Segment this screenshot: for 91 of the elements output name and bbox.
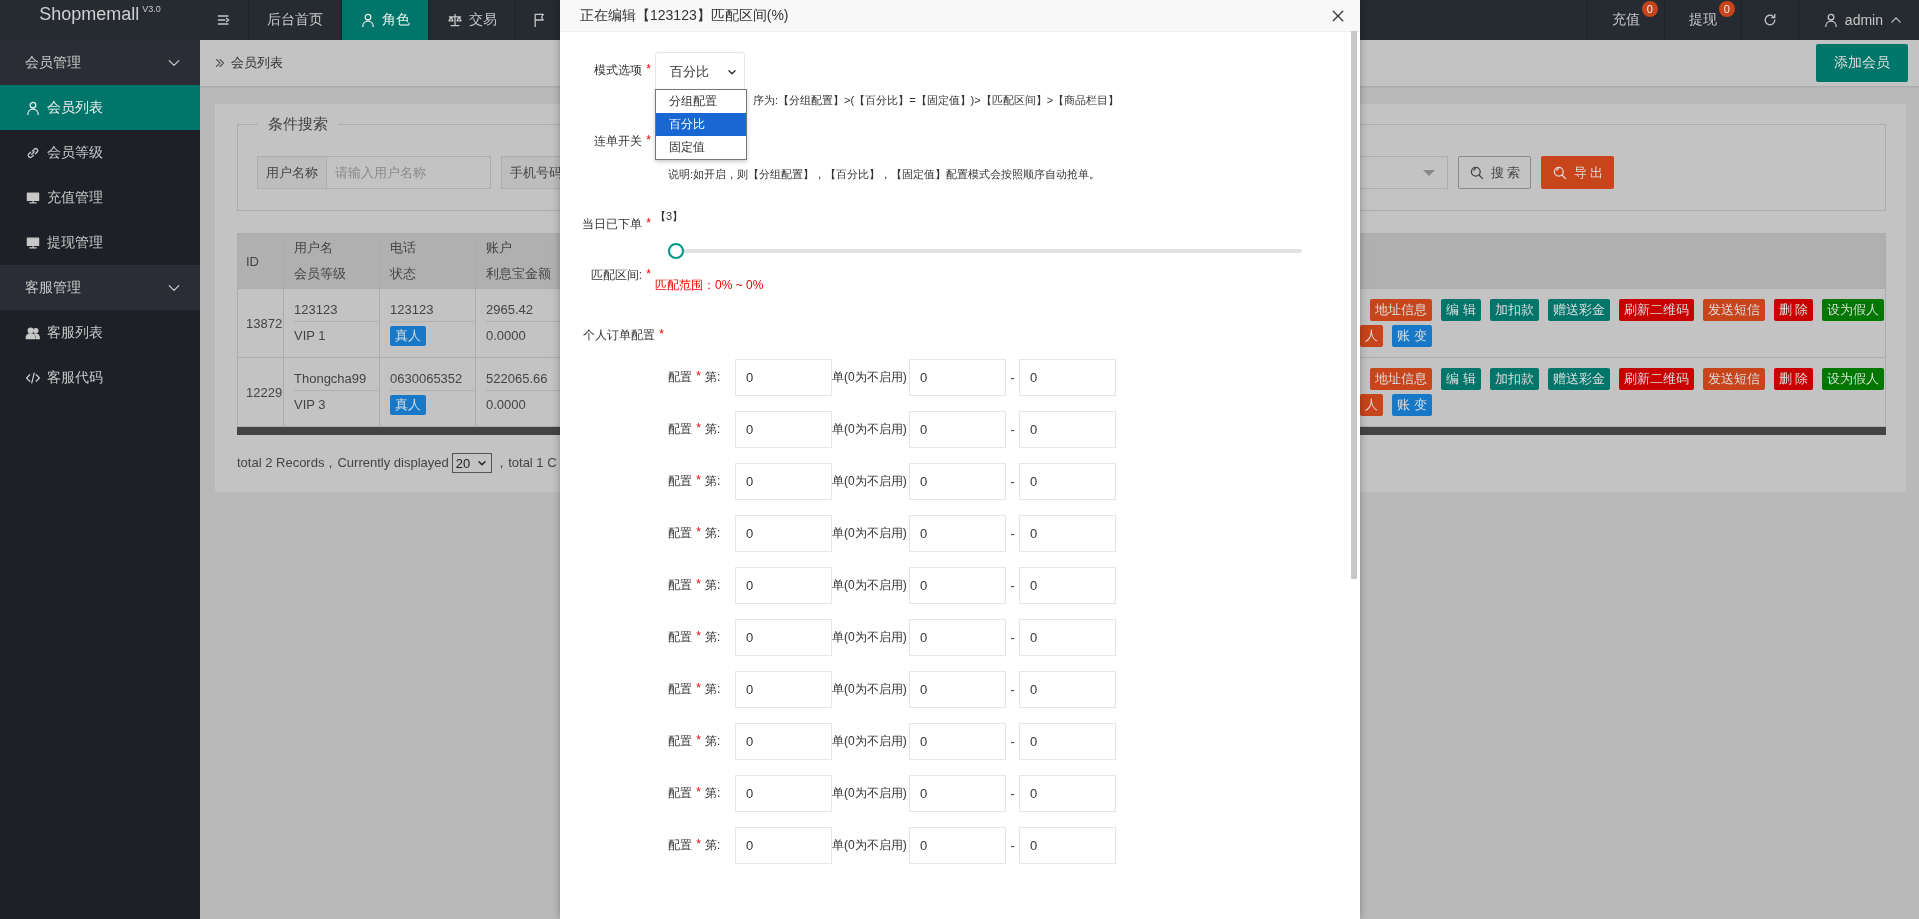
field-label: 个人订单配置	[583, 327, 655, 344]
required-mark: *	[695, 421, 702, 437]
range-separator: -	[1009, 838, 1016, 853]
field-label: 第:	[705, 525, 721, 542]
table-cell-text: VIP 3	[294, 396, 327, 414]
required-mark: *	[695, 837, 702, 853]
page-summary: ，total 1 C	[495, 454, 557, 472]
range-separator: -	[1009, 734, 1016, 749]
required-mark: *	[645, 267, 652, 283]
required-mark: *	[645, 133, 652, 149]
panel-title: 条件搜索	[258, 115, 338, 134]
field-label: 第:	[705, 421, 721, 438]
table-cell: 13872	[246, 315, 283, 331]
required-mark: *	[695, 525, 702, 541]
unit-label: 单(0为不启用)	[832, 629, 908, 646]
field-label: 当日已下单	[582, 216, 642, 233]
field-label: 第:	[705, 785, 721, 802]
field-label: 模式选项	[594, 62, 642, 79]
unit-label: 单(0为不启用)	[832, 733, 908, 750]
table-cell: Thongcha99	[294, 368, 380, 391]
column-header: 会员等级	[294, 265, 347, 283]
table-cell: 0630065352	[390, 368, 476, 391]
range-separator: -	[1009, 630, 1016, 645]
table-cell: 12229	[246, 384, 283, 400]
field-label: 配置	[668, 525, 692, 542]
required-mark: *	[645, 62, 652, 78]
range-separator: -	[1009, 682, 1016, 697]
column-header: 电话	[390, 237, 476, 260]
range-separator: -	[1009, 526, 1016, 541]
required-mark: *	[695, 785, 702, 801]
field-label: 第:	[705, 837, 721, 854]
range-separator: -	[1009, 786, 1016, 801]
field-label: 连单开关	[594, 133, 642, 150]
unit-label: 单(0为不启用)	[832, 681, 908, 698]
table-cell-text: 0.0000	[486, 396, 527, 414]
version-label: V3.0	[142, 4, 161, 14]
range-separator: -	[1009, 422, 1016, 437]
required-mark: *	[645, 216, 652, 232]
required-mark: *	[695, 681, 702, 697]
range-separator: -	[1009, 578, 1016, 593]
required-mark: *	[695, 369, 702, 385]
table-cell: 123123	[390, 299, 476, 322]
field-label: 用户名称	[258, 157, 327, 188]
range-separator: -	[1009, 370, 1016, 385]
table-cell-text: VIP 1	[294, 327, 327, 345]
status-tag: 真人	[390, 395, 426, 415]
table-cell: 123123	[294, 299, 380, 322]
status-tag: 真人	[390, 326, 426, 346]
range-reading: 匹配范围：0% ~ 0%	[655, 277, 764, 294]
column-header: 状态	[390, 265, 417, 283]
field-label: 第:	[705, 473, 721, 490]
unit-label: 单(0为不启用)	[832, 837, 908, 854]
unit-label: 单(0为不启用)	[832, 421, 908, 438]
field-label: 第:	[705, 369, 721, 386]
required-mark: *	[658, 327, 665, 343]
count-badge: 0	[1641, 1, 1658, 17]
unit-label: 单(0为不启用)	[832, 369, 908, 386]
field-label: 匹配区间:	[590, 267, 642, 284]
column-header: 用户名	[294, 237, 380, 260]
logo-text: Shopmemall	[39, 4, 140, 25]
field-label: 配置	[668, 421, 692, 438]
field-label: 配置	[668, 733, 692, 750]
field-label: 第:	[705, 577, 721, 594]
column-header: 利息宝金额	[486, 265, 552, 283]
unit-label: 单(0为不启用)	[832, 577, 908, 594]
field-label: 配置	[668, 473, 692, 490]
field-label: 配置	[668, 837, 692, 854]
field-label: 配置	[668, 369, 692, 386]
record-summary: total 2 Records，Currently displayed	[237, 454, 449, 472]
unit-label: 单(0为不启用)	[832, 473, 908, 490]
count-badge: 0	[1718, 1, 1735, 17]
field-label: 第:	[705, 733, 721, 750]
field-label: 配置	[668, 577, 692, 594]
required-mark: *	[695, 629, 702, 645]
field-value: 【3】	[655, 209, 684, 224]
field-label: 第:	[705, 629, 721, 646]
table-cell-text: 0.0000	[486, 327, 527, 345]
required-mark: *	[695, 733, 702, 749]
help-text: 说明:如开启，则【分组配置】，【百分比】，【固定值】配置模式会按照顺序自动抢单。	[668, 167, 1102, 182]
dialog-title: 正在编辑【123123】匹配区间(%)	[580, 6, 789, 25]
field-label: 第:	[705, 681, 721, 698]
field-label: 配置	[668, 629, 692, 646]
help-text: 序为:【分组配置】>(【百分比】=【固定值】)>【匹配区间】>【商品栏目】	[753, 93, 1121, 108]
field-label: 配置	[668, 681, 692, 698]
field-label: 配置	[668, 785, 692, 802]
required-mark: *	[695, 577, 702, 593]
column-header: ID	[246, 253, 259, 269]
unit-label: 单(0为不启用)	[832, 785, 908, 802]
range-separator: -	[1009, 474, 1016, 489]
required-mark: *	[695, 473, 702, 489]
unit-label: 单(0为不启用)	[832, 525, 908, 542]
